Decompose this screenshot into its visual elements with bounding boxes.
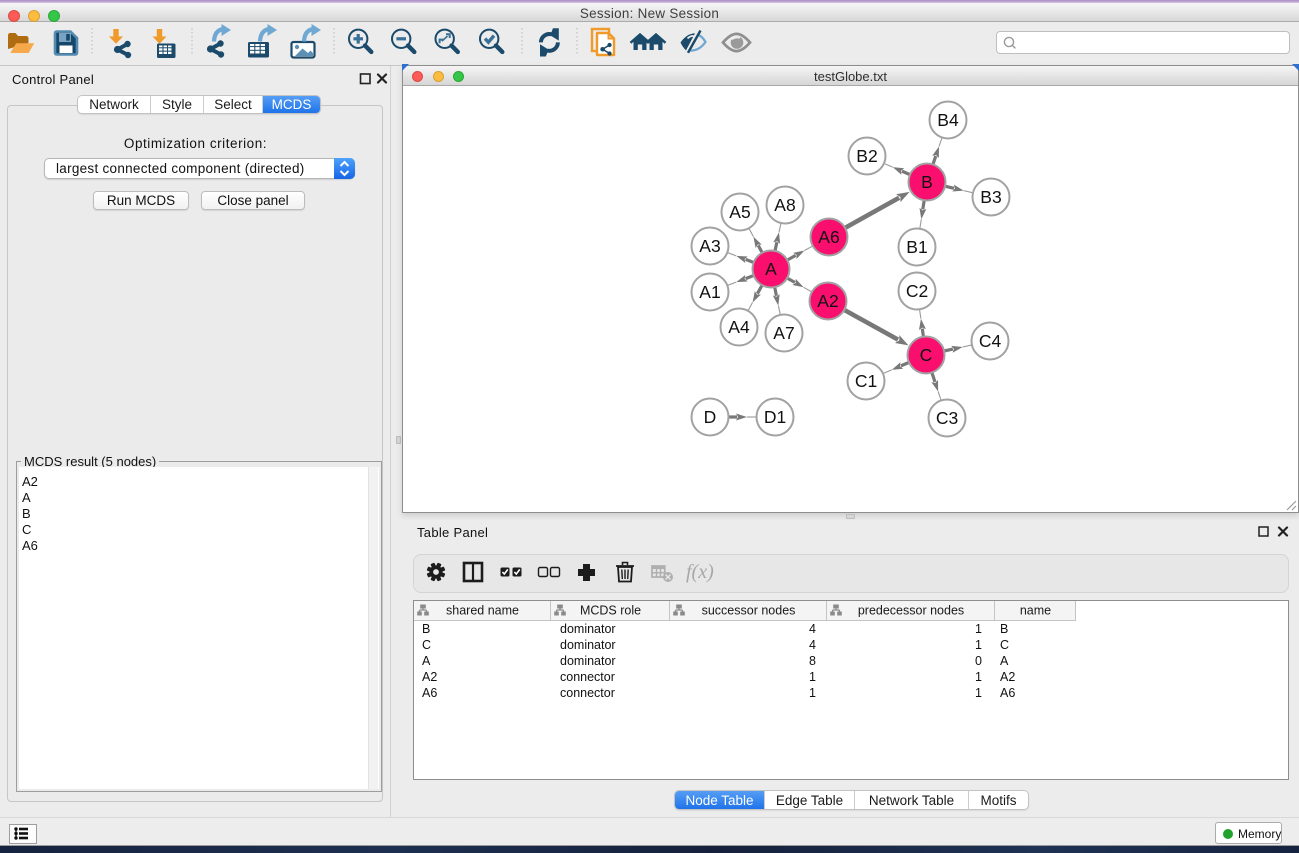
svg-text:A2: A2 <box>1000 670 1015 684</box>
svg-text:C: C <box>1000 638 1009 652</box>
svg-text:dominator: dominator <box>560 622 616 636</box>
svg-text:A1: A1 <box>699 282 720 302</box>
svg-text:B1: B1 <box>906 237 927 257</box>
svg-text:B: B <box>1000 622 1008 636</box>
svg-text:4: 4 <box>809 622 816 636</box>
svg-text:dominator: dominator <box>560 638 616 652</box>
svg-text:1: 1 <box>809 670 816 684</box>
svg-text:connector: connector <box>560 670 615 684</box>
svg-text:MCDS role: MCDS role <box>580 604 641 618</box>
svg-text:D1: D1 <box>764 407 786 427</box>
svg-text:name: name <box>1020 604 1051 618</box>
svg-text:C1: C1 <box>855 371 877 391</box>
svg-text:0: 0 <box>975 654 982 668</box>
svg-text:C3: C3 <box>936 408 958 428</box>
svg-text:A6: A6 <box>1000 686 1015 700</box>
svg-text:predecessor nodes: predecessor nodes <box>858 604 964 618</box>
svg-text:A7: A7 <box>773 323 794 343</box>
svg-text:A8: A8 <box>774 195 795 215</box>
svg-text:A4: A4 <box>728 317 750 337</box>
svg-text:A: A <box>765 259 777 279</box>
svg-text:B: B <box>422 622 430 636</box>
svg-text:C2: C2 <box>906 281 928 301</box>
svg-text:A5: A5 <box>729 202 750 222</box>
svg-text:successor nodes: successor nodes <box>702 604 796 618</box>
svg-text:C: C <box>422 638 431 652</box>
svg-text:A6: A6 <box>818 227 839 247</box>
svg-text:shared name: shared name <box>446 604 519 618</box>
svg-text:connector: connector <box>560 686 615 700</box>
svg-text:A: A <box>422 654 431 668</box>
svg-text:A3: A3 <box>699 236 720 256</box>
svg-text:A: A <box>1000 654 1009 668</box>
svg-text:A2: A2 <box>422 670 437 684</box>
svg-text:D: D <box>704 407 717 427</box>
svg-text:A2: A2 <box>817 291 838 311</box>
svg-text:1: 1 <box>975 686 982 700</box>
svg-text:B: B <box>921 172 933 192</box>
svg-text:dominator: dominator <box>560 654 616 668</box>
svg-text:B3: B3 <box>980 187 1001 207</box>
svg-text:C4: C4 <box>979 331 1002 351</box>
svg-text:B4: B4 <box>937 110 959 130</box>
svg-text:1: 1 <box>975 638 982 652</box>
svg-text:C: C <box>920 345 933 365</box>
svg-text:1: 1 <box>809 686 816 700</box>
svg-text:A6: A6 <box>422 686 437 700</box>
svg-text:4: 4 <box>809 638 816 652</box>
svg-text:8: 8 <box>809 654 816 668</box>
svg-text:1: 1 <box>975 670 982 684</box>
svg-text:1: 1 <box>975 622 982 636</box>
svg-text:B2: B2 <box>856 146 877 166</box>
